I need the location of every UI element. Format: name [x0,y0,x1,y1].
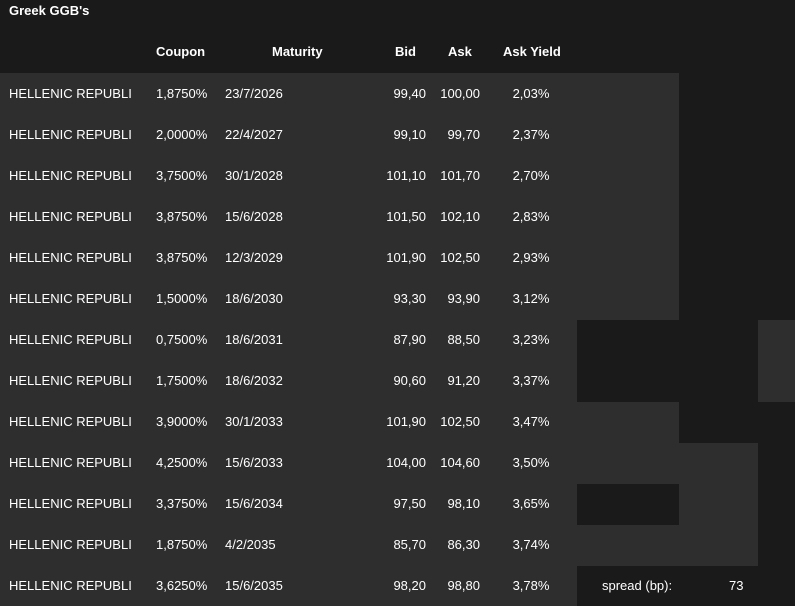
maturity-cell[interactable]: 18/6/2030 [225,291,283,307]
bid-cell[interactable]: 85,70 [360,537,426,553]
issuer-cell[interactable]: HELLENIC REPUBLI [9,250,132,266]
issuer-cell[interactable]: HELLENIC REPUBLI [9,578,132,594]
ask-yield-cell[interactable]: 3,37% [498,373,564,389]
ask-cell[interactable]: 101,70 [426,168,480,184]
ask-yield-cell[interactable]: 2,93% [498,250,564,266]
maturity-cell[interactable]: 23/7/2026 [225,86,283,102]
maturity-cell[interactable]: 18/6/2032 [225,373,283,389]
coupon-cell[interactable]: 4,2500% [156,455,207,471]
ask-cell[interactable]: 99,70 [426,127,480,143]
column-header-bid: Bid [395,44,416,59]
issuer-cell[interactable]: HELLENIC REPUBLI [9,291,132,307]
ask-yield-cell[interactable]: 3,47% [498,414,564,430]
sheet-title: Greek GGB's [9,3,90,18]
maturity-cell[interactable]: 15/6/2028 [225,209,283,225]
maturity-cell[interactable]: 15/6/2034 [225,496,283,512]
ask-yield-cell[interactable]: 2,70% [498,168,564,184]
bid-cell[interactable]: 104,00 [360,455,426,471]
ask-cell[interactable]: 102,50 [426,414,480,430]
coupon-cell[interactable]: 1,5000% [156,291,207,307]
bid-cell[interactable]: 101,90 [360,414,426,430]
coupon-cell[interactable]: 1,8750% [156,86,207,102]
issuer-cell[interactable]: HELLENIC REPUBLI [9,332,132,348]
ask-cell[interactable]: 93,90 [426,291,480,307]
coupon-cell[interactable]: 3,8750% [156,209,207,225]
column-header-ask: Ask [448,44,472,59]
ask-yield-cell[interactable]: 3,50% [498,455,564,471]
bid-cell[interactable]: 98,20 [360,578,426,594]
column-header-coupon: Coupon [156,44,206,59]
ask-yield-cell[interactable]: 2,03% [498,86,564,102]
side-block [679,484,758,525]
maturity-cell[interactable]: 15/6/2033 [225,455,283,471]
issuer-cell[interactable]: HELLENIC REPUBLI [9,537,132,553]
issuer-cell[interactable]: HELLENIC REPUBLI [9,127,132,143]
bid-cell[interactable]: 99,10 [360,127,426,143]
ask-yield-cell[interactable]: 3,23% [498,332,564,348]
issuer-cell[interactable]: HELLENIC REPUBLI [9,496,132,512]
column-header-ask-yield: Ask Yield [503,44,561,59]
maturity-cell[interactable]: 30/1/2028 [225,168,283,184]
issuer-cell[interactable]: HELLENIC REPUBLI [9,373,132,389]
coupon-cell[interactable]: 3,3750% [156,496,207,512]
ask-yield-cell[interactable]: 2,37% [498,127,564,143]
side-block [577,525,758,566]
side-block [577,402,679,443]
bid-cell[interactable]: 101,90 [360,250,426,266]
ask-yield-cell[interactable]: 2,83% [498,209,564,225]
ask-yield-cell[interactable]: 3,74% [498,537,564,553]
ask-yield-cell[interactable]: 3,65% [498,496,564,512]
coupon-cell[interactable]: 3,9000% [156,414,207,430]
bid-cell[interactable]: 87,90 [360,332,426,348]
ask-cell[interactable]: 88,50 [426,332,480,348]
coupon-cell[interactable]: 3,6250% [156,578,207,594]
issuer-cell[interactable]: HELLENIC REPUBLI [9,86,132,102]
coupon-cell[interactable]: 1,8750% [156,537,207,553]
issuer-cell[interactable]: HELLENIC REPUBLI [9,168,132,184]
ask-cell[interactable]: 104,60 [426,455,480,471]
side-block [577,443,758,484]
maturity-cell[interactable]: 22/4/2027 [225,127,283,143]
side-block [577,73,679,320]
issuer-cell[interactable]: HELLENIC REPUBLI [9,209,132,225]
ask-cell[interactable]: 86,30 [426,537,480,553]
bid-cell[interactable]: 97,50 [360,496,426,512]
ask-cell[interactable]: 98,10 [426,496,480,512]
ask-yield-cell[interactable]: 3,78% [498,578,564,594]
spread-label: spread (bp): [602,578,673,593]
maturity-cell[interactable]: 12/3/2029 [225,250,283,266]
ask-yield-cell[interactable]: 3,12% [498,291,564,307]
bid-cell[interactable]: 99,40 [360,86,426,102]
maturity-cell[interactable]: 18/6/2031 [225,332,283,348]
maturity-cell[interactable]: 15/6/2035 [225,578,283,594]
ask-cell[interactable]: 100,00 [426,86,480,102]
issuer-cell[interactable]: HELLENIC REPUBLI [9,455,132,471]
ask-cell[interactable]: 98,80 [426,578,480,594]
column-header-maturity: Maturity [272,44,323,59]
bid-cell[interactable]: 90,60 [360,373,426,389]
ask-cell[interactable]: 102,10 [426,209,480,225]
maturity-cell[interactable]: 4/2/2035 [225,537,276,553]
bid-cell[interactable]: 93,30 [360,291,426,307]
coupon-cell[interactable]: 1,7500% [156,373,207,389]
issuer-cell[interactable]: HELLENIC REPUBLI [9,414,132,430]
ask-cell[interactable]: 102,50 [426,250,480,266]
coupon-cell[interactable]: 3,7500% [156,168,207,184]
bid-cell[interactable]: 101,50 [360,209,426,225]
coupon-cell[interactable]: 0,7500% [156,332,207,348]
coupon-cell[interactable]: 3,8750% [156,250,207,266]
coupon-cell[interactable]: 2,0000% [156,127,207,143]
side-block [758,320,795,402]
maturity-cell[interactable]: 30/1/2033 [225,414,283,430]
spread-value: 73 [729,578,744,593]
ask-cell[interactable]: 91,20 [426,373,480,389]
bid-cell[interactable]: 101,10 [360,168,426,184]
